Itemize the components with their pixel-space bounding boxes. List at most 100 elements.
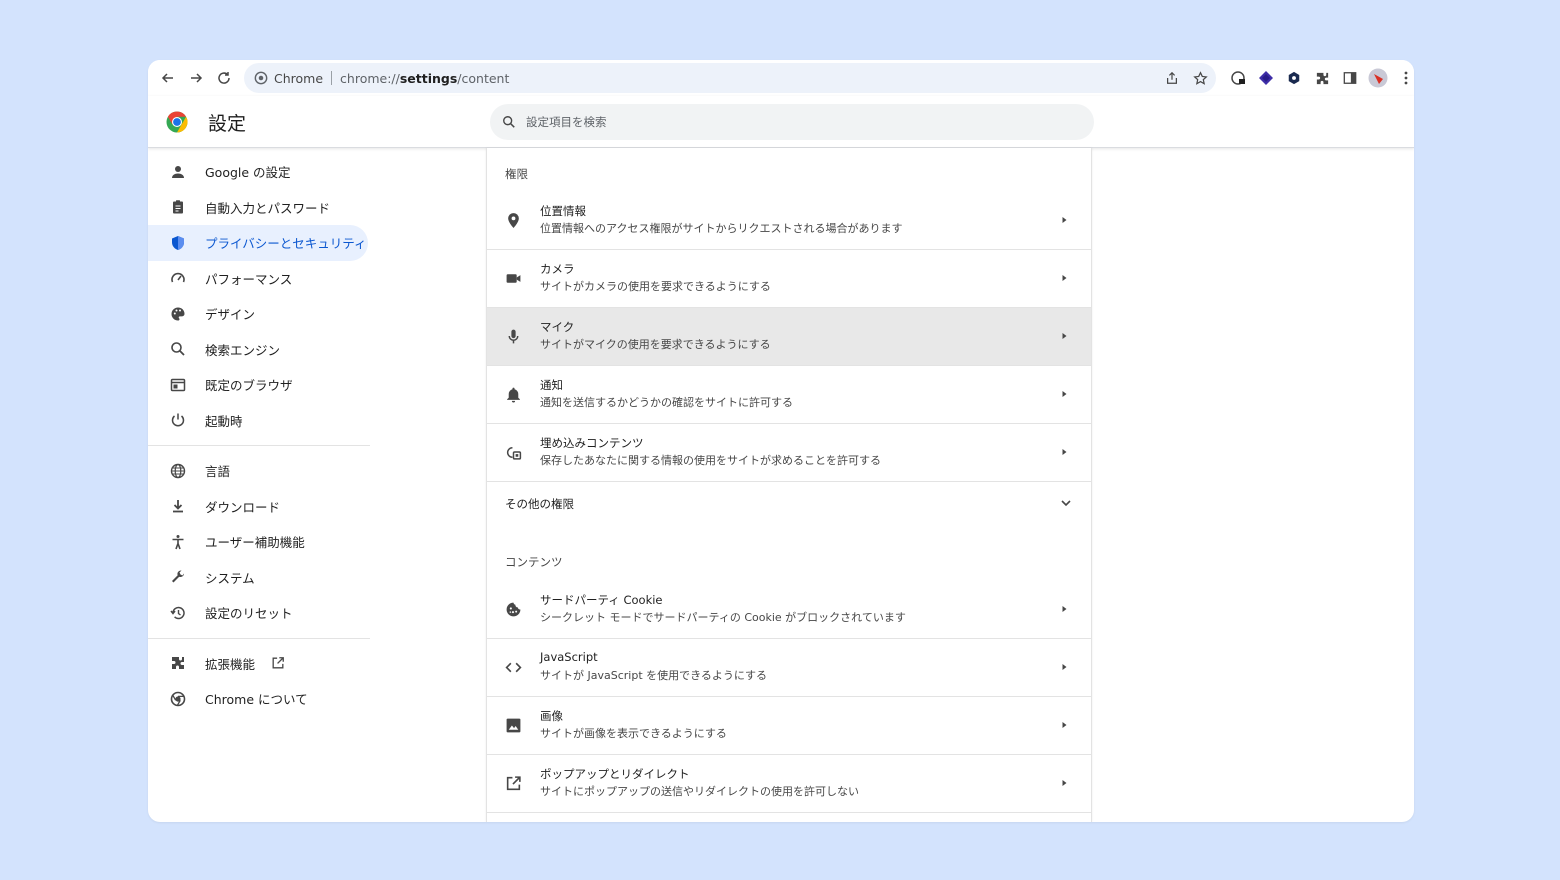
content-settings-card: 権限 位置情報 位置情報へのアクセス権限がサイトからリクエストされる場合がありま… [486, 148, 1092, 822]
row-title: JavaScript [540, 650, 598, 664]
sidebar-item-performance[interactable]: パフォーマンス [148, 261, 368, 297]
extension-1[interactable] [1226, 66, 1250, 90]
extensions-menu-button[interactable] [1310, 66, 1334, 90]
forward-button[interactable] [182, 64, 210, 92]
code-icon [505, 659, 522, 676]
browser-window: Chrome chrome://settings/content 設定 設定項目… [148, 60, 1414, 822]
row-title: 画像 [540, 709, 563, 723]
chevron-down-icon [1061, 500, 1071, 507]
arrow-right-icon [1062, 664, 1067, 670]
arrow-right-icon [1062, 606, 1067, 612]
profile-avatar-button[interactable] [1366, 66, 1390, 90]
sidebar-item-label: 既定のブラウザ [205, 378, 293, 394]
row-microphone[interactable]: マイク サイトがマイクの使用を要求できるようにする [487, 308, 1091, 366]
address-bar[interactable]: Chrome chrome://settings/content [244, 63, 1216, 93]
sidebar-item-reset[interactable]: 設定のリセット [148, 595, 368, 631]
page-title: 設定 [208, 113, 247, 135]
sidebar-item-on-startup[interactable]: 起動時 [148, 403, 368, 439]
clipboard-icon [170, 199, 186, 215]
row-description: サイトがカメラの使用を要求できるようにする [540, 280, 771, 293]
row-location[interactable]: 位置情報 位置情報へのアクセス権限がサイトからリクエストされる場合があります [487, 192, 1091, 250]
sidebar-item-search-engine[interactable]: 検索エンジン [148, 332, 368, 368]
sidebar-item-autofill[interactable]: 自動入力とパスワード [148, 190, 368, 226]
row-images[interactable]: 画像 サイトが画像を表示できるようにする [487, 697, 1091, 755]
sidebar-item-label: システム [205, 570, 255, 586]
sidebar-item-languages[interactable]: 言語 [148, 453, 368, 489]
arrow-right-icon [1062, 275, 1067, 281]
row-description: サイトにポップアップの送信やリダイレクトの使用を許可しない [540, 785, 859, 798]
open-in-new-icon [505, 775, 522, 792]
accessibility-icon [170, 534, 186, 550]
row-title: マイク [540, 320, 575, 334]
download-icon [170, 498, 186, 514]
sidebar-item-label: 起動時 [205, 413, 243, 429]
row-description: 保存したあなたに関する情報の使用をサイトが求めることを許可する [540, 454, 881, 467]
row-popups-redirects[interactable]: ポップアップとリダイレクト サイトにポップアップの送信やリダイレクトの使用を許可… [487, 755, 1091, 813]
share-button[interactable] [1160, 66, 1184, 90]
sidebar-item-default-browser[interactable]: 既定のブラウザ [148, 367, 368, 403]
sidebar-item-system[interactable]: システム [148, 560, 368, 596]
sidebar-item-accessibility[interactable]: ユーザー補助機能 [148, 524, 368, 560]
sidebar-item-about-chrome[interactable]: Chrome について [148, 681, 368, 717]
sidebar-item-label: 拡張機能 [205, 656, 256, 672]
row-camera[interactable]: カメラ サイトがカメラの使用を要求できるようにする [487, 250, 1091, 308]
chrome-logo-icon [166, 111, 188, 133]
back-button[interactable] [154, 64, 182, 92]
more-permissions-expander[interactable]: その他の権限 [487, 482, 1091, 526]
settings-header: 設定 [148, 96, 1414, 148]
row-description: 位置情報へのアクセス権限がサイトからリクエストされる場合があります [540, 222, 903, 235]
bookmark-star-button[interactable] [1188, 66, 1212, 90]
sidebar-item-downloads[interactable]: ダウンロード [148, 489, 368, 525]
embedded-content-icon [505, 444, 522, 461]
sidebar-item-label: Chrome について [205, 692, 308, 708]
sidebar-item-label: ダウンロード [205, 499, 281, 515]
search-icon [170, 341, 186, 357]
extensions-area [1226, 64, 1414, 92]
browser-icon [170, 377, 186, 393]
row-third-party-cookies[interactable]: サードパーティ Cookie シークレット モードでサードパーティの Cooki… [487, 581, 1091, 639]
sidebar-item-label: 言語 [205, 464, 231, 480]
puzzle-icon [1316, 72, 1328, 84]
chrome-menu-button[interactable] [1394, 66, 1414, 90]
search-input[interactable] [526, 115, 1026, 129]
row-description: サイトがマイクの使用を要求できるようにする [540, 338, 771, 351]
row-description: シークレット モードでサードパーティの Cookie がブロックされています [540, 611, 906, 624]
lock-search-icon [1231, 71, 1245, 85]
side-panel-button[interactable] [1338, 66, 1362, 90]
extension-2[interactable] [1254, 66, 1278, 90]
speedometer-icon [170, 270, 186, 286]
arrow-right-icon [1062, 391, 1067, 397]
extension-3[interactable] [1282, 66, 1306, 90]
sidebar-item-privacy[interactable]: プライバシーとセキュリティ [148, 225, 368, 261]
row-title: カメラ [540, 262, 575, 276]
origin-chip: Chrome [274, 70, 324, 86]
sidebar-item-google[interactable]: Google の設定 [148, 154, 368, 190]
sidebar-item-extensions[interactable]: 拡張機能 [148, 646, 368, 682]
row-notifications[interactable]: 通知 通知を送信するかどうかの確認をサイトに許可する [487, 366, 1091, 424]
sidebar-item-label: 設定のリセット [205, 606, 293, 622]
settings-search[interactable] [490, 104, 1094, 140]
globe-icon [170, 463, 186, 479]
arrow-right-icon [1062, 722, 1067, 728]
sidebar-item-appearance[interactable]: デザイン [148, 296, 368, 332]
row-javascript[interactable]: JavaScript サイトが JavaScript を使用できるようにする [487, 639, 1091, 697]
browser-toolbar: Chrome chrome://settings/content [148, 60, 1414, 96]
share-icon [1167, 71, 1177, 84]
reload-button[interactable] [210, 64, 238, 92]
wrench-icon [170, 569, 186, 585]
sidebar-item-label: 検索エンジン [205, 342, 281, 358]
bell-icon [505, 386, 522, 403]
microphone-icon [505, 328, 522, 345]
person-icon [170, 164, 186, 180]
row-embedded-content[interactable]: 埋め込みコンテンツ 保存したあなたに関する情報の使用をサイトが求めることを許可す… [487, 424, 1091, 482]
sidebar-item-label: ユーザー補助機能 [205, 535, 305, 551]
location-pin-icon [505, 212, 522, 229]
row-title: 通知 [540, 378, 563, 392]
omnibox-separator [331, 71, 333, 85]
row-title: 埋め込みコンテンツ [540, 436, 644, 450]
sidebar-item-label: プライバシーとセキュリティ [205, 236, 367, 252]
sidebar-item-label: デザイン [205, 307, 256, 323]
avatar [1368, 68, 1388, 88]
diamond-icon [1259, 71, 1273, 85]
settings-sidebar: Google の設定 自動入力とパスワード プライバシーとセキュリティ パフォー… [148, 154, 378, 717]
